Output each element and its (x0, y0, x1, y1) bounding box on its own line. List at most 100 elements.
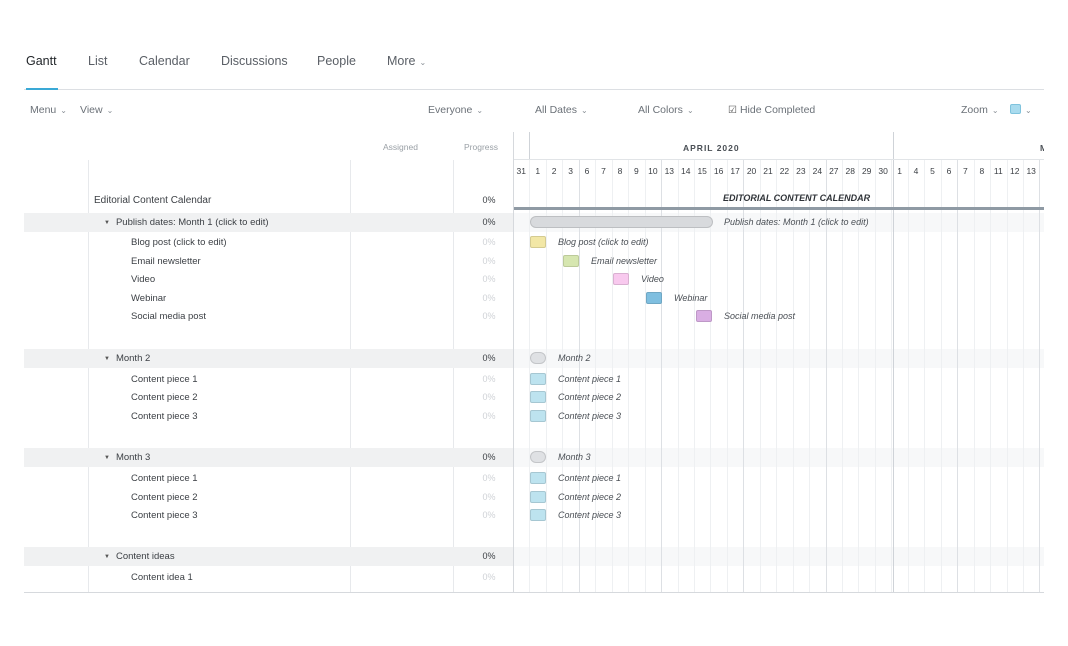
row-name: Blog post (click to edit) (131, 237, 227, 248)
tab-discussions[interactable]: Discussions (221, 54, 288, 68)
day-gridline (957, 160, 959, 592)
chevron-down-icon: ⌄ (686, 106, 694, 115)
everyone-filter[interactable]: Everyone ⌄ (428, 104, 483, 116)
group-row[interactable]: ▼ Publish dates: Month 1 (click to edit) 0… (24, 213, 513, 232)
day-gridline (907, 160, 909, 592)
row-name-text: Content piece 1 (131, 374, 198, 385)
gantt-bar-label: Content piece 3 (558, 510, 622, 520)
gantt-bar[interactable] (530, 373, 546, 385)
day-label: 30 (878, 166, 888, 176)
day-label: 11 (993, 166, 1003, 176)
row-progress: 0% (482, 256, 496, 266)
day-gridline (973, 160, 975, 592)
row-name-text: Content piece 3 (131, 411, 198, 422)
gantt-bar[interactable] (530, 391, 546, 403)
group-row[interactable]: ▼ Content ideas 0% (24, 547, 513, 566)
gantt-bar[interactable] (530, 509, 546, 521)
project-summary-bar[interactable] (514, 207, 1044, 210)
task-row[interactable]: Content idea 1 0% (24, 568, 513, 587)
chevron-down-icon: ⌄ (106, 106, 114, 115)
day-label: 1 (897, 166, 902, 176)
chevron-down-icon: ⌄ (60, 106, 67, 115)
view-tabs: Gantt List Calendar Discussions People M… (24, 48, 1044, 90)
gantt-bar[interactable] (530, 472, 546, 484)
tab-people[interactable]: People (317, 54, 356, 68)
view-label: View (80, 104, 103, 116)
group-row[interactable]: ▼ Month 2 0% (24, 349, 513, 368)
day-gridline (874, 160, 876, 592)
chevron-down-icon: ⌄ (991, 106, 999, 115)
row-name-text: Editorial Content Calendar (94, 195, 212, 206)
collapse-triangle-icon[interactable]: ▼ (104, 554, 110, 560)
day-label: 6 (584, 166, 590, 176)
gantt-bar[interactable] (530, 451, 546, 463)
day-label: 8 (979, 166, 985, 176)
progress-column-header: Progress (464, 142, 499, 152)
row-name-text: Month 3 (115, 452, 151, 463)
day-label: 15 (697, 166, 707, 176)
color-picker[interactable]: ⌄ (1010, 104, 1032, 116)
gantt-bar[interactable] (696, 310, 712, 322)
chevron-down-icon: ⌄ (476, 106, 484, 115)
day-gridline (924, 160, 926, 592)
row-name: Email newsletter (131, 256, 201, 267)
gantt-bar[interactable] (530, 410, 546, 422)
row-name: Content piece 2 (131, 492, 198, 503)
colors-filter[interactable]: All Colors ⌄ (638, 104, 694, 116)
hide-completed-toggle[interactable]: ☑ Hide Completed (728, 104, 815, 116)
gantt-bar[interactable] (613, 273, 629, 285)
gantt-bar[interactable] (530, 491, 546, 503)
tab-calendar[interactable]: Calendar (139, 54, 190, 68)
gantt-bar-label: Content piece 2 (558, 392, 622, 402)
menu-label: Menu (30, 104, 57, 116)
row-name-text: Social media post (131, 311, 206, 322)
row-name: Content piece 3 (131, 510, 198, 521)
row-name-text: Month 2 (115, 353, 151, 364)
day-label: 13 (1026, 166, 1036, 176)
gantt-bar[interactable] (530, 352, 546, 364)
tab-gantt[interactable]: Gantt (26, 54, 57, 68)
task-row[interactable]: Content piece 1 0% (24, 370, 513, 389)
task-row[interactable]: Content piece 3 0% (24, 407, 513, 426)
project-title-row[interactable]: Editorial Content Calendar 0% (24, 189, 513, 208)
task-row[interactable]: Video 0% (24, 270, 513, 289)
gantt-bar-label: Email newsletter (591, 256, 658, 266)
gantt-bar-label: Content piece 1 (558, 473, 622, 483)
gantt-bar[interactable] (530, 236, 546, 248)
toolbar: Menu ⌄ View ⌄ Everyone ⌄ All Dates ⌄ All Col… (0, 104, 1068, 122)
dates-filter[interactable]: All Dates ⌄ (535, 104, 588, 116)
gantt-bar[interactable] (563, 255, 579, 267)
task-row[interactable]: Content piece 1 0% (24, 469, 513, 488)
collapse-triangle-icon[interactable]: ▼ (104, 220, 110, 226)
row-name: Social media post (131, 311, 206, 322)
task-row[interactable]: Content piece 3 0% (24, 506, 513, 525)
task-row[interactable]: Content piece 2 0% (24, 388, 513, 407)
collapse-triangle-icon[interactable]: ▼ (104, 455, 110, 461)
task-row[interactable]: Social media post 0% (24, 307, 513, 326)
task-row[interactable]: Email newsletter 0% (24, 252, 513, 271)
group-row[interactable]: ▼ Month 3 0% (24, 448, 513, 467)
day-gridline (1006, 160, 1008, 592)
task-row[interactable]: Blog post (click to edit) 0% (24, 233, 513, 252)
row-name: ▼ Publish dates: Month 1 (click to edit) (104, 217, 269, 228)
row-name: Content piece 1 (131, 473, 198, 484)
view-dropdown[interactable]: View ⌄ (80, 104, 113, 116)
row-name: ▼ Content ideas (104, 551, 175, 562)
tab-more[interactable]: More ⌄ (387, 54, 426, 68)
zoom-dropdown[interactable]: Zoom ⌄ (961, 104, 999, 116)
day-label: 20 (746, 166, 757, 176)
timeline-header-divider (514, 159, 1044, 160)
collapse-triangle-icon[interactable]: ▼ (104, 356, 110, 362)
day-label: 7 (601, 166, 606, 176)
task-row[interactable]: Content piece 2 0% (24, 488, 513, 507)
dates-label: All Dates (535, 104, 578, 116)
row-name: Content piece 2 (131, 392, 198, 403)
gantt-bar[interactable] (530, 216, 713, 228)
day-label: 23 (796, 166, 806, 176)
gantt-bar[interactable] (646, 292, 662, 304)
gantt-timeline-pane: APRIL 2020 M 311236789101314151617202122… (513, 132, 1044, 592)
task-row[interactable]: Webinar 0% (24, 289, 513, 308)
row-name-text: Content piece 1 (131, 473, 198, 484)
tab-list[interactable]: List (88, 54, 107, 68)
menu-dropdown[interactable]: Menu ⌄ (30, 104, 67, 116)
